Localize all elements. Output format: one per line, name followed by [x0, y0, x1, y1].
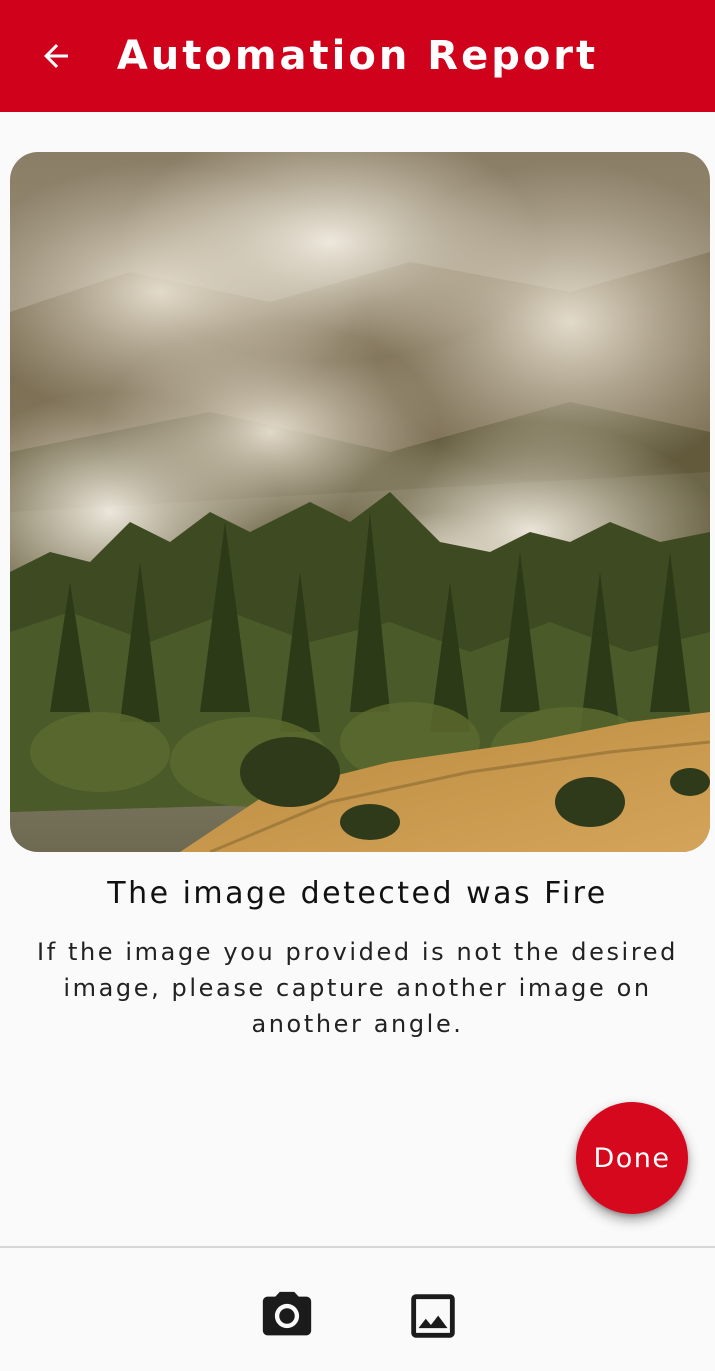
image-gallery-icon [411, 1294, 455, 1338]
done-button[interactable]: Done [576, 1102, 688, 1214]
detection-result-description: If the image you provided is not the des… [37, 938, 678, 1038]
app-bar: Automation Report [0, 0, 715, 112]
camera-icon [262, 1291, 312, 1336]
bottom-navigation [0, 1246, 715, 1371]
page-title: Automation Report [116, 33, 599, 79]
detected-image [10, 152, 710, 852]
gallery-button[interactable] [403, 1286, 463, 1346]
camera-button[interactable] [257, 1286, 317, 1346]
detection-result-title: The image detected was Fire [107, 876, 608, 911]
